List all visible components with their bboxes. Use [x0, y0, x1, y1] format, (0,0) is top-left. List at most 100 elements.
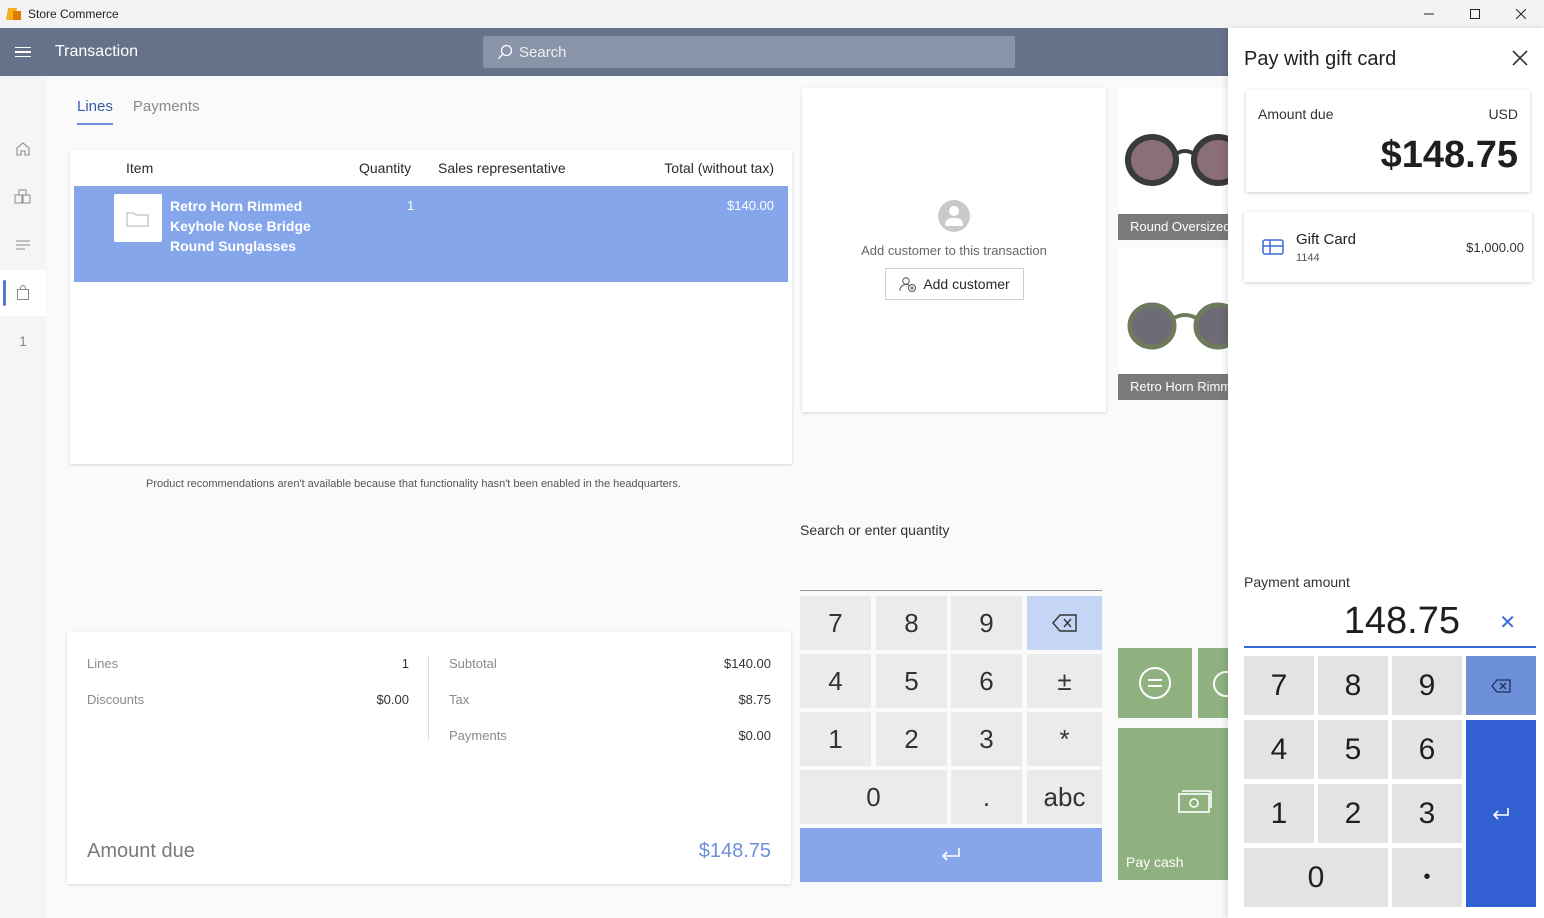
keypad-key-6[interactable]: 6	[1392, 720, 1462, 779]
subtotal-label: Subtotal	[449, 656, 497, 671]
numpad-key-plus-minus[interactable]: ±	[1027, 654, 1102, 708]
add-customer-label: Add customer	[923, 276, 1010, 292]
numpad-key-5[interactable]: 5	[876, 654, 947, 708]
numpad-key-decimal[interactable]: .	[951, 770, 1022, 824]
keypad-key-2[interactable]: 2	[1318, 784, 1388, 843]
numpad-key-abc[interactable]: abc	[1027, 770, 1102, 824]
numpad-key-asterisk[interactable]: *	[1027, 712, 1102, 766]
lines-count-label: Lines	[87, 656, 119, 671]
numpad-key-0[interactable]: 0	[800, 770, 947, 824]
cart-icon[interactable]	[0, 270, 46, 316]
keypad-key-9[interactable]: 9	[1392, 656, 1462, 715]
gift-card-balance: $1,000.00	[1466, 240, 1524, 255]
numpad-enter-button[interactable]	[800, 828, 1102, 882]
tab-payments[interactable]: Payments	[133, 98, 200, 125]
product-tile-label: Retro Horn Rimmed	[1118, 374, 1228, 400]
equals-circle-icon	[1139, 667, 1171, 699]
discounts-value: $0.00	[376, 692, 409, 707]
transaction-main: Lines Payments Item Quantity Sales repre…	[46, 76, 1228, 918]
subtotal-value: $140.00	[724, 656, 771, 671]
panel-amount-due-value: $148.75	[1380, 134, 1518, 176]
action-button-partial[interactable]	[1198, 648, 1228, 718]
column-header-sales-rep[interactable]: Sales representative	[438, 160, 566, 176]
tax-label: Tax	[449, 692, 470, 707]
minimize-icon[interactable]	[1406, 0, 1452, 28]
keypad-backspace-button[interactable]	[1466, 656, 1536, 715]
keypad-key-8[interactable]: 8	[1318, 656, 1388, 715]
keypad-key-5[interactable]: 5	[1318, 720, 1388, 779]
numpad-key-2[interactable]: 2	[876, 712, 947, 766]
lines-table: Item Quantity Sales representative Total…	[70, 150, 792, 464]
backspace-icon	[1051, 614, 1077, 632]
keypad-key-7[interactable]: 7	[1244, 656, 1314, 715]
page-title: Transaction	[55, 43, 138, 60]
discounts-label: Discounts	[87, 692, 145, 707]
orders-icon[interactable]	[0, 222, 46, 268]
quantity-entry-input[interactable]	[800, 590, 1102, 591]
numpad-key-8[interactable]: 8	[876, 596, 947, 650]
enter-icon	[941, 848, 960, 861]
amount-due-value: $148.75	[698, 840, 771, 862]
add-customer-button[interactable]: Add customer	[885, 268, 1024, 300]
sunglasses-image	[1127, 302, 1228, 350]
column-header-quantity[interactable]: Quantity	[359, 160, 411, 176]
home-icon[interactable]	[0, 126, 46, 172]
currency-code: USD	[1488, 106, 1518, 122]
enter-icon	[1492, 807, 1509, 820]
search-icon	[498, 44, 513, 59]
column-header-item[interactable]: Item	[126, 160, 153, 176]
hamburger-menu-icon[interactable]	[0, 28, 46, 76]
amount-due-card: Amount due USD $148.75	[1246, 90, 1530, 192]
panel-title: Pay with gift card	[1244, 48, 1397, 70]
app-header: Transaction Search	[0, 28, 1228, 76]
keypad-key-4[interactable]: 4	[1244, 720, 1314, 779]
clear-amount-icon[interactable]: ✕	[1499, 610, 1516, 635]
action-icon	[1213, 671, 1228, 697]
left-rail: 1	[0, 76, 46, 918]
product-tile[interactable]: Round Oversized	[1118, 88, 1228, 240]
pay-cash-button[interactable]: Pay cash	[1118, 728, 1228, 880]
numpad-key-1[interactable]: 1	[800, 712, 871, 766]
tax-value: $8.75	[738, 692, 771, 707]
keypad-key-3[interactable]: 3	[1392, 784, 1462, 843]
backspace-icon	[1491, 678, 1511, 693]
window-title: Store Commerce	[28, 7, 119, 21]
gift-card-icon	[1262, 239, 1284, 255]
product-tile[interactable]: Retro Horn Rimmed	[1118, 248, 1228, 400]
panel-amount-due-label: Amount due	[1258, 106, 1334, 122]
table-row[interactable]: Retro Horn Rimmed Keyhole Nose Bridge Ro…	[74, 186, 788, 282]
line-item-quantity: 1	[407, 198, 415, 213]
lines-count-value: 1	[401, 656, 409, 671]
close-window-icon[interactable]	[1498, 0, 1544, 28]
tab-lines[interactable]: Lines	[77, 98, 113, 125]
line-item-total: $140.00	[727, 198, 774, 213]
gift-card-panel: Pay with gift card Amount due USD $148.7…	[1228, 28, 1544, 918]
keypad-enter-button[interactable]	[1466, 720, 1536, 907]
search-input[interactable]: Search	[483, 36, 1015, 68]
backspace-button[interactable]	[1027, 596, 1102, 650]
app-logo-icon	[6, 6, 22, 22]
customer-avatar-icon	[938, 200, 970, 232]
close-icon[interactable]	[1508, 46, 1532, 70]
column-header-total[interactable]: Total (without tax)	[664, 160, 774, 176]
maximize-icon[interactable]	[1452, 0, 1498, 28]
gift-card-name: Gift Card	[1296, 231, 1357, 248]
keypad-key-decimal[interactable]: •	[1392, 848, 1462, 907]
payments-value: $0.00	[738, 728, 771, 743]
numpad-key-6[interactable]: 6	[951, 654, 1022, 708]
numpad-key-9[interactable]: 9	[951, 596, 1022, 650]
numpad-key-4[interactable]: 4	[800, 654, 871, 708]
totals-summary: Lines 1 Discounts $0.00 Subtotal $140.00…	[67, 632, 791, 884]
payment-amount-input[interactable]: 148.75 ✕	[1244, 598, 1536, 648]
numpad-key-7[interactable]: 7	[800, 596, 871, 650]
payment-amount-value: 148.75	[1343, 600, 1460, 642]
search-placeholder: Search	[519, 43, 567, 61]
keypad-key-1[interactable]: 1	[1244, 784, 1314, 843]
products-icon[interactable]	[0, 174, 46, 220]
transaction-tabs: Lines Payments	[77, 98, 200, 125]
amount-due-label: Amount due	[87, 840, 195, 862]
gift-card-item[interactable]: Gift Card 1144 $1,000.00	[1244, 212, 1532, 282]
void-transaction-button[interactable]	[1118, 648, 1192, 718]
numpad-key-3[interactable]: 3	[951, 712, 1022, 766]
keypad-key-0[interactable]: 0	[1244, 848, 1388, 907]
